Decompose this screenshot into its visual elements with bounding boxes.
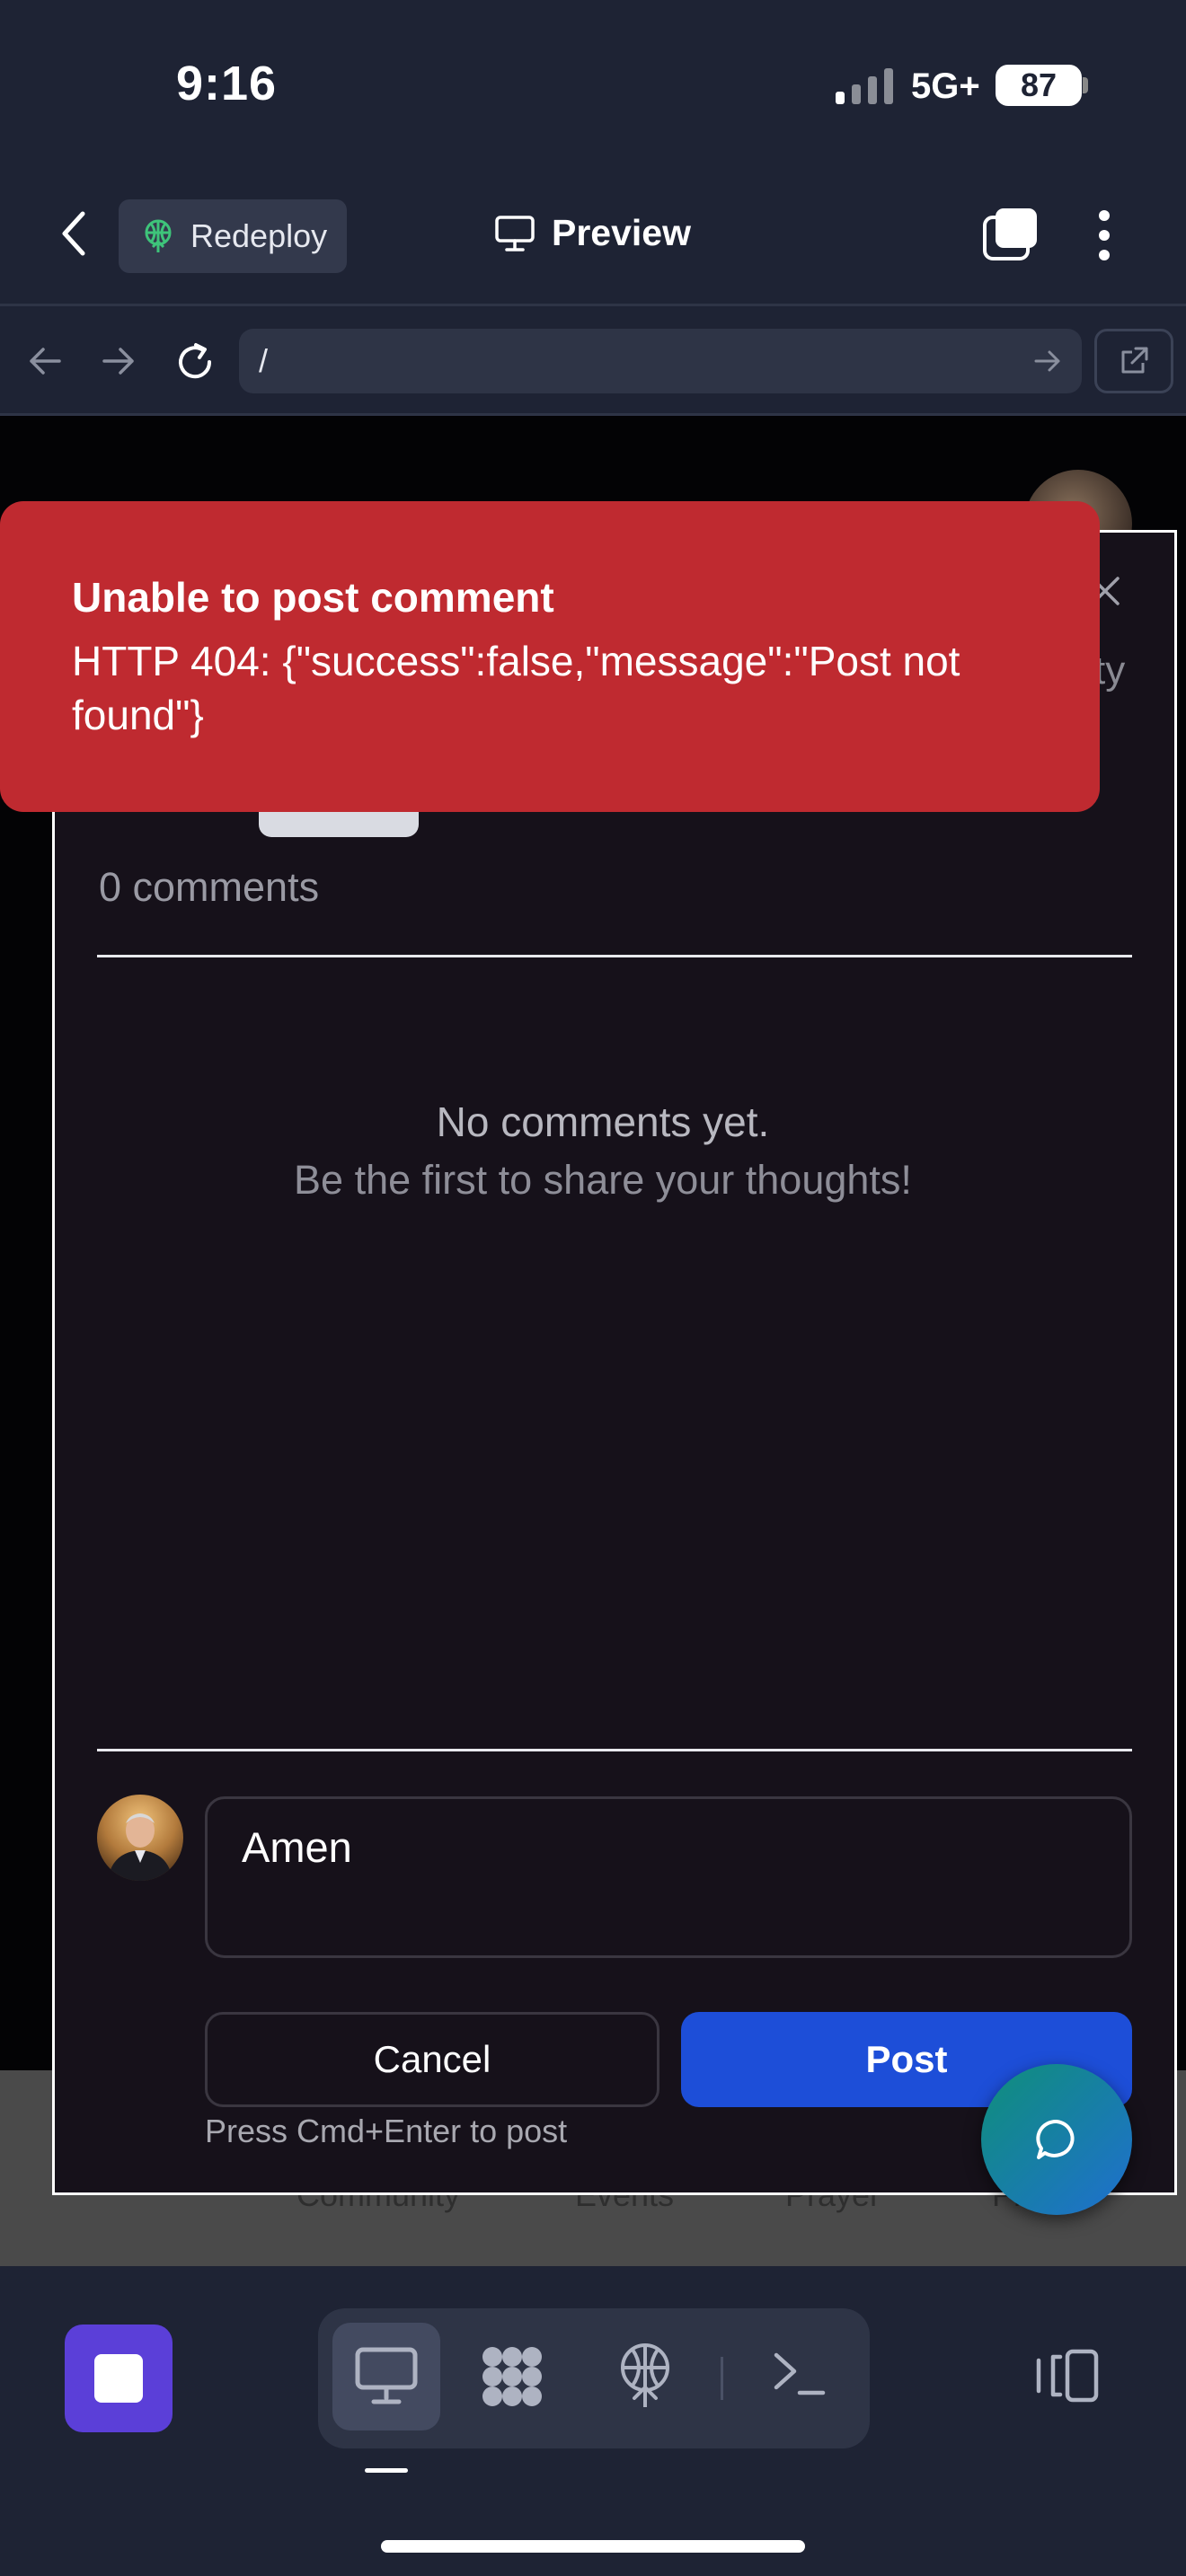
empty-state-subtitle: Be the first to share your thoughts! [294, 1157, 912, 1203]
toast-message: HTTP 404: {"success":false,"message":"Po… [72, 638, 960, 738]
signal-icon [834, 66, 897, 106]
preview-title: Preview [494, 212, 691, 254]
cancel-button[interactable]: Cancel [205, 2012, 659, 2107]
layout-toggle-icon[interactable] [1033, 2348, 1100, 2404]
reload-icon[interactable] [174, 341, 216, 383]
open-external-button[interactable] [1094, 329, 1173, 393]
status-time: 9:16 [176, 57, 278, 110]
comments-divider-bottom [97, 1749, 1132, 1751]
home-indicator[interactable] [381, 2540, 805, 2553]
chat-button[interactable] [981, 2064, 1132, 2215]
chat-bubble-icon [1033, 2116, 1080, 2163]
redeploy-label: Redeploy [190, 217, 328, 254]
battery-indicator: 87 [996, 65, 1082, 106]
battery-nub [1083, 77, 1088, 93]
error-toast: Unable to post comment HTTP 404: {"succe… [0, 501, 1100, 812]
tabs-icon[interactable] [981, 207, 1040, 262]
url-input[interactable]: / [239, 329, 1082, 393]
stop-button[interactable] [65, 2325, 173, 2432]
shell-icon[interactable] [771, 2348, 827, 2398]
monitor-icon [494, 215, 535, 252]
comment-input[interactable]: Amen [205, 1796, 1132, 1958]
back-button[interactable] [56, 208, 95, 259]
comments-count: 0 comments [99, 864, 320, 910]
empty-state-title: No comments yet. [436, 1098, 770, 1145]
network-type: 5G+ [911, 66, 980, 106]
tool-separator [721, 2357, 723, 2400]
browser-back-icon[interactable] [27, 345, 63, 377]
preview-label: Preview [552, 212, 691, 253]
active-tool-indicator [365, 2468, 408, 2473]
post-shortcut-hint: Press Cmd+Enter to post [205, 2113, 568, 2149]
url-go-icon[interactable] [1033, 348, 1062, 374]
deploy-icon [142, 218, 174, 254]
external-link-icon [1118, 345, 1150, 377]
extensions-icon[interactable] [478, 2342, 546, 2411]
browser-forward-icon[interactable] [101, 345, 137, 377]
toast-title: Unable to post comment [72, 574, 554, 621]
stop-icon [94, 2354, 143, 2403]
deploy-icon[interactable] [616, 2341, 674, 2411]
desktop-preview-icon[interactable] [354, 2346, 419, 2407]
more-options-icon[interactable] [1096, 208, 1112, 262]
avatar [97, 1795, 183, 1881]
comments-divider-top [97, 955, 1132, 957]
redeploy-button[interactable]: Redeploy [119, 199, 347, 273]
